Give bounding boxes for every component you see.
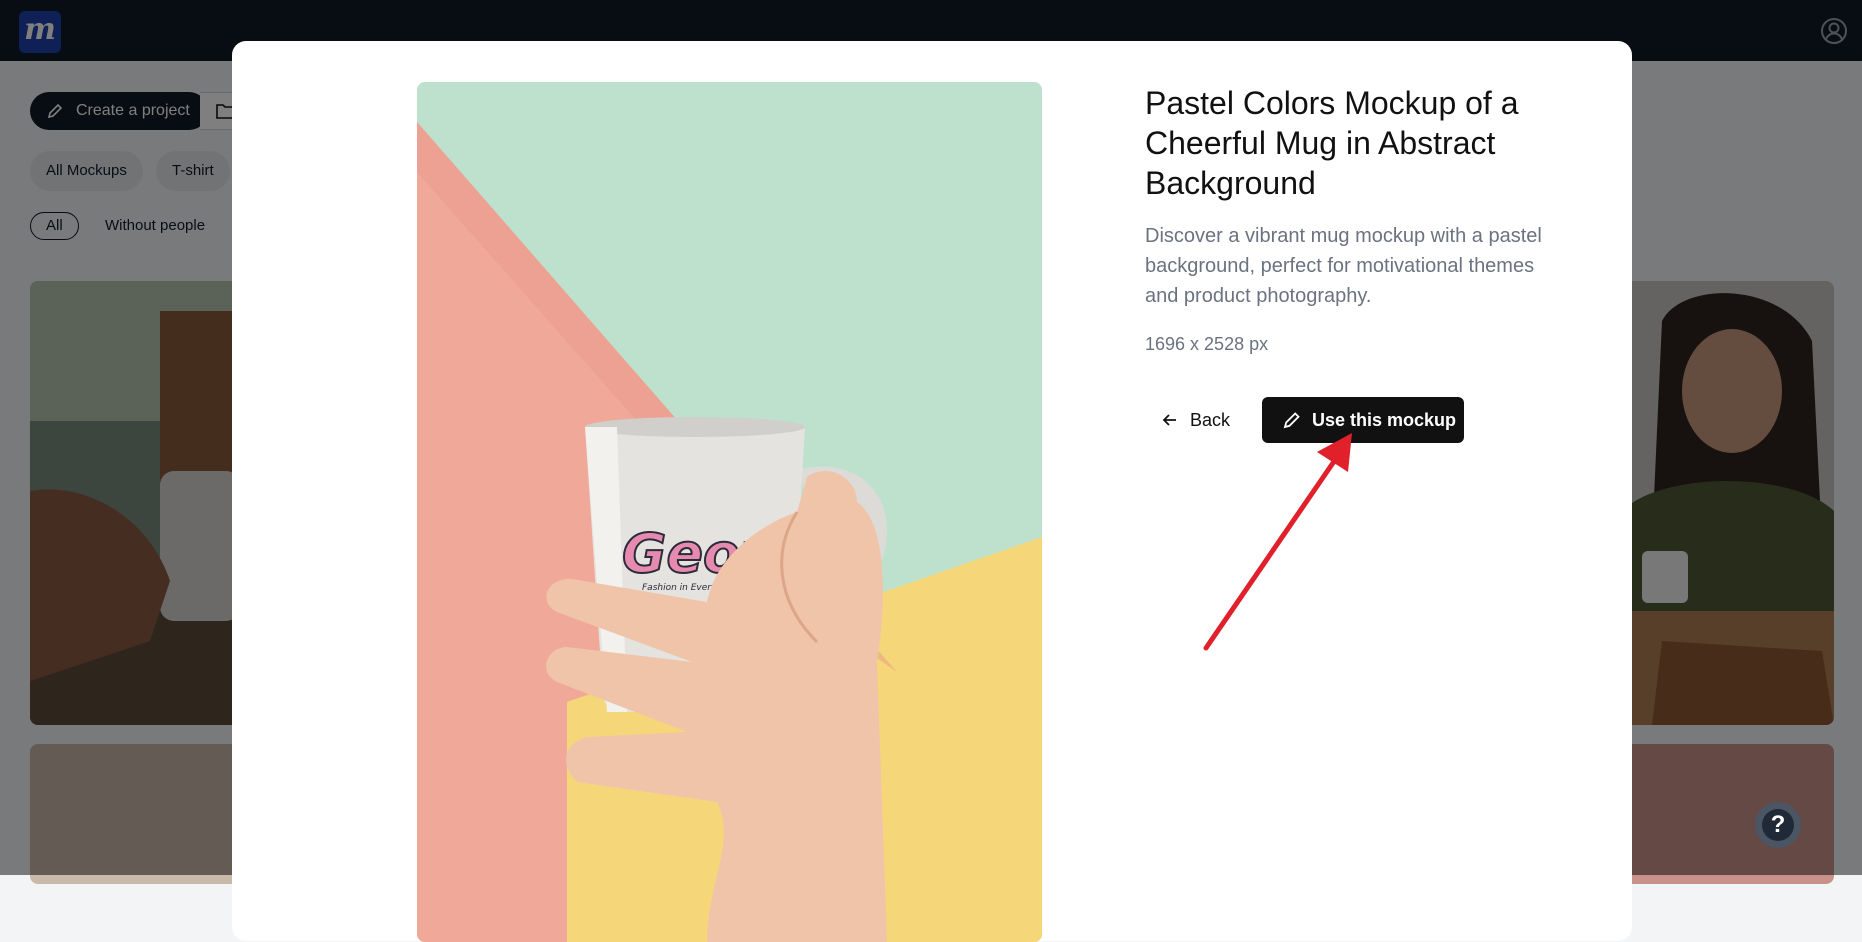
use-this-mockup-label: Use this mockup (1312, 410, 1457, 430)
mockup-description: Discover a vibrant mug mockup with a pas… (1145, 225, 1542, 307)
mockup-dimensions: 1696 x 2528 px (1145, 334, 1269, 354)
arrow-left-icon (1162, 414, 1176, 426)
mockup-preview-image: Geow Fashion in Every Detail (417, 82, 1042, 942)
use-this-mockup-button[interactable]: Use this mockup (1262, 397, 1464, 443)
mockup-title: Pastel Colors Mockup of a Cheerful Mug i… (1145, 85, 1519, 201)
mug-mockup-illustration: Geow Fashion in Every Detail (417, 82, 1042, 942)
back-button[interactable]: Back (1162, 397, 1230, 443)
back-label: Back (1190, 410, 1231, 430)
help-icon: ? (1762, 809, 1794, 841)
mockup-detail-modal: Geow Fashion in Every Detail Pastel Colo… (232, 41, 1632, 942)
help-button[interactable]: ? (1755, 802, 1801, 848)
pencil-icon (1283, 412, 1300, 429)
